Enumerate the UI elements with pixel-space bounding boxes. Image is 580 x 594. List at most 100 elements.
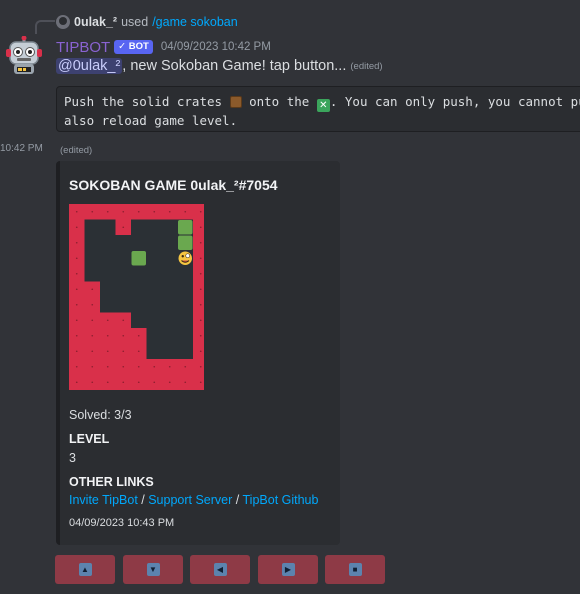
message-text: @0ulak_² , new Sokoban Game! tap button.… bbox=[56, 56, 383, 76]
wall-dot bbox=[106, 334, 109, 337]
link-separator: / bbox=[137, 493, 149, 507]
goal-x-icon: ✕ bbox=[316, 99, 330, 112]
wall-dot bbox=[153, 381, 156, 384]
wall-dot bbox=[199, 210, 202, 213]
floor-tile bbox=[146, 343, 162, 359]
move-down-button[interactable]: ▼ bbox=[123, 555, 183, 584]
floor-tile bbox=[100, 281, 116, 297]
floor-tile bbox=[84, 235, 100, 251]
floor-tile bbox=[162, 281, 178, 297]
goal-tile bbox=[178, 220, 193, 235]
embed-title: SOKOBAN GAME 0ulak_²#7054 bbox=[69, 177, 278, 193]
wall-tile bbox=[193, 250, 204, 266]
floor-tile bbox=[115, 250, 131, 266]
wall-dot bbox=[199, 334, 202, 337]
floor-tile bbox=[177, 297, 193, 313]
wall-dot bbox=[199, 226, 202, 229]
wall-tile bbox=[193, 219, 204, 235]
message-timestamp: 04/09/2023 10:42 PM bbox=[160, 41, 271, 53]
level-value: 3 bbox=[69, 451, 76, 465]
wall-dot bbox=[184, 381, 187, 384]
wall-dot bbox=[91, 303, 94, 306]
floor-tile bbox=[131, 312, 147, 328]
floor-tile bbox=[131, 281, 147, 297]
floor-tile bbox=[162, 250, 178, 266]
invite-tipbot-link[interactable]: Invite TipBot bbox=[69, 493, 138, 507]
player-eye bbox=[181, 255, 184, 258]
wall-dot bbox=[122, 226, 125, 229]
floor-tile bbox=[162, 235, 178, 251]
wall-dot bbox=[122, 365, 125, 368]
wall-dot bbox=[106, 381, 109, 384]
floor-tile bbox=[146, 328, 162, 344]
wall-dot bbox=[91, 334, 94, 337]
stop-reload-icon: ■ bbox=[348, 563, 362, 576]
wall-dot bbox=[75, 272, 78, 275]
floor-tile bbox=[115, 297, 131, 313]
support-server-link[interactable]: Support Server bbox=[148, 493, 232, 507]
code-text-2: onto the bbox=[241, 94, 317, 109]
code-text-4: also reload game level. bbox=[64, 113, 238, 128]
move-right-button[interactable]: ▶ bbox=[258, 555, 318, 584]
bot-avatar[interactable] bbox=[4, 35, 44, 76]
floor-tile bbox=[146, 235, 162, 251]
goal-tile bbox=[178, 235, 193, 250]
wall-dot bbox=[91, 210, 94, 213]
arrow-down-icon: ▼ bbox=[146, 563, 160, 576]
floor-tile bbox=[146, 219, 162, 235]
wall-dot bbox=[184, 365, 187, 368]
floor-tile bbox=[100, 297, 116, 313]
floor-tile bbox=[162, 297, 178, 313]
wall-dot bbox=[199, 241, 202, 244]
user-mention[interactable]: @0ulak_² bbox=[56, 58, 123, 74]
floor-tile bbox=[162, 266, 178, 282]
floor-tile bbox=[115, 235, 131, 251]
wall-dot bbox=[199, 381, 202, 384]
wall-dot bbox=[91, 319, 94, 322]
move-left-button[interactable]: ◀ bbox=[190, 555, 250, 584]
tipbot-github-link[interactable]: TipBot Github bbox=[243, 493, 319, 507]
wall-dot bbox=[75, 350, 78, 353]
floor-tile bbox=[100, 250, 116, 266]
wall-dot bbox=[199, 303, 202, 306]
wall-dot bbox=[91, 381, 94, 384]
wall-dot bbox=[75, 381, 78, 384]
code-text-1: Push the solid crates bbox=[64, 94, 230, 109]
wall-dot bbox=[137, 381, 140, 384]
wall-dot bbox=[106, 365, 109, 368]
wall-dot bbox=[199, 365, 202, 368]
code-text-3: . You can only push, you cannot pull. Yo… bbox=[329, 94, 580, 109]
floor-tile bbox=[84, 219, 100, 235]
wall-dot bbox=[91, 350, 94, 353]
reply-username[interactable]: 0ulak_² bbox=[74, 15, 117, 29]
wall-dot bbox=[199, 288, 202, 291]
wall-tile bbox=[193, 312, 204, 328]
wall-dot bbox=[122, 319, 125, 322]
bot-username[interactable]: TIPBOT bbox=[56, 39, 110, 56]
reply-command[interactable]: /game sokoban bbox=[152, 15, 237, 29]
wall-dot bbox=[137, 334, 140, 337]
solved-count: Solved: 3/3 bbox=[69, 408, 132, 422]
floor-tile bbox=[177, 266, 193, 282]
wall-dot bbox=[153, 210, 156, 213]
wall-dot bbox=[153, 365, 156, 368]
floor-tile bbox=[146, 281, 162, 297]
reply-used-text: used bbox=[121, 15, 149, 29]
reply-reference[interactable]: 0ulak_² used /game sokoban bbox=[56, 13, 238, 31]
wall-dot bbox=[75, 210, 78, 213]
floor-tile bbox=[84, 250, 100, 266]
embed-footer-timestamp: 04/09/2023 10:43 PM bbox=[69, 517, 175, 529]
wall-dot bbox=[199, 272, 202, 275]
wall-dot bbox=[75, 303, 78, 306]
wall-tile bbox=[193, 297, 204, 313]
wall-tile bbox=[193, 235, 204, 251]
move-up-button[interactable]: ▲ bbox=[55, 555, 115, 584]
wall-dot bbox=[75, 334, 78, 337]
wall-dot bbox=[75, 319, 78, 322]
wall-dot bbox=[122, 334, 125, 337]
reload-button[interactable]: ■ bbox=[325, 555, 385, 584]
link-separator: / bbox=[232, 493, 243, 507]
wall-dot bbox=[106, 350, 109, 353]
wall-dot bbox=[122, 350, 125, 353]
wall-dot bbox=[122, 381, 125, 384]
